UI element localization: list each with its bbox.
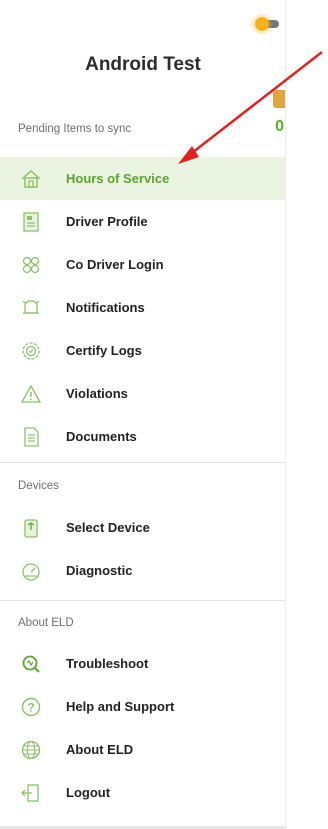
- pending-items-count: 0: [275, 118, 284, 135]
- menu-item-select-device[interactable]: Select Device: [0, 506, 286, 549]
- menu-item-label: Documents: [66, 429, 137, 444]
- menu-item-logout[interactable]: Logout: [0, 771, 286, 814]
- troubleshoot-icon: [20, 653, 42, 675]
- menu-item-violations[interactable]: Violations: [0, 372, 286, 415]
- globe-icon: [20, 739, 42, 761]
- menu-item-certify-logs[interactable]: Certify Logs: [0, 329, 286, 372]
- navigation-drawer: Android Test Pending Items to sync 0 Hou…: [0, 0, 286, 829]
- co-driver-icon: [20, 254, 42, 276]
- menu-item-about-eld[interactable]: About ELD: [0, 728, 286, 771]
- menu-item-notifications[interactable]: Notifications: [0, 286, 286, 329]
- menu-item-troubleshoot[interactable]: Troubleshoot: [0, 642, 286, 685]
- warning-icon: [20, 383, 42, 405]
- menu-item-label: Driver Profile: [66, 214, 148, 229]
- certify-icon: [20, 340, 42, 362]
- about-menu: Troubleshoot ? Help and Support About EL…: [0, 642, 286, 814]
- menu-item-hours-of-service[interactable]: Hours of Service: [0, 157, 286, 200]
- section-about-label: About ELD: [18, 617, 74, 629]
- menu-item-label: Logout: [66, 785, 111, 800]
- menu-item-label: About ELD: [66, 742, 134, 757]
- bell-icon: [20, 297, 42, 319]
- menu-item-label: Violations: [66, 386, 128, 401]
- menu-item-label: Help and Support: [66, 699, 175, 714]
- profile-icon: [20, 211, 42, 233]
- divider: [0, 600, 286, 601]
- menu-item-co-driver-login[interactable]: Co Driver Login: [0, 243, 286, 286]
- menu-item-label: Co Driver Login: [66, 257, 164, 272]
- pending-items-label: Pending Items to sync: [18, 123, 132, 135]
- divider: [0, 462, 286, 463]
- peek-card: [273, 90, 285, 108]
- drawer-header: Android Test: [0, 0, 285, 110]
- menu-item-documents[interactable]: Documents: [0, 415, 286, 458]
- menu-item-label: Select Device: [66, 520, 150, 535]
- menu-item-help-and-support[interactable]: ? Help and Support: [0, 685, 286, 728]
- menu-item-driver-profile[interactable]: Driver Profile: [0, 200, 286, 243]
- menu-item-label: Notifications: [66, 300, 145, 315]
- menu-item-label: Diagnostic: [66, 563, 133, 578]
- device-icon: [20, 517, 42, 539]
- svg-text:?: ?: [27, 700, 34, 714]
- help-icon: ?: [20, 696, 42, 718]
- theme-toggle[interactable]: [255, 17, 279, 31]
- pending-items-row[interactable]: Pending Items to sync 0: [0, 118, 286, 142]
- devices-menu: Select Device Diagnostic: [0, 506, 286, 592]
- section-devices-label: Devices: [18, 480, 59, 492]
- document-icon: [20, 426, 42, 448]
- home-icon: [20, 168, 42, 190]
- app-title: Android Test: [85, 54, 201, 75]
- menu-item-diagnostic[interactable]: Diagnostic: [0, 549, 286, 592]
- menu-item-label: Certify Logs: [66, 343, 142, 358]
- menu-item-label: Troubleshoot: [66, 656, 149, 671]
- gauge-icon: [20, 560, 42, 582]
- sun-icon: [255, 17, 269, 31]
- menu-item-label: Hours of Service: [66, 171, 170, 186]
- logout-icon: [20, 782, 42, 804]
- main-menu: Hours of Service Driver Profile Co Drive…: [0, 157, 286, 458]
